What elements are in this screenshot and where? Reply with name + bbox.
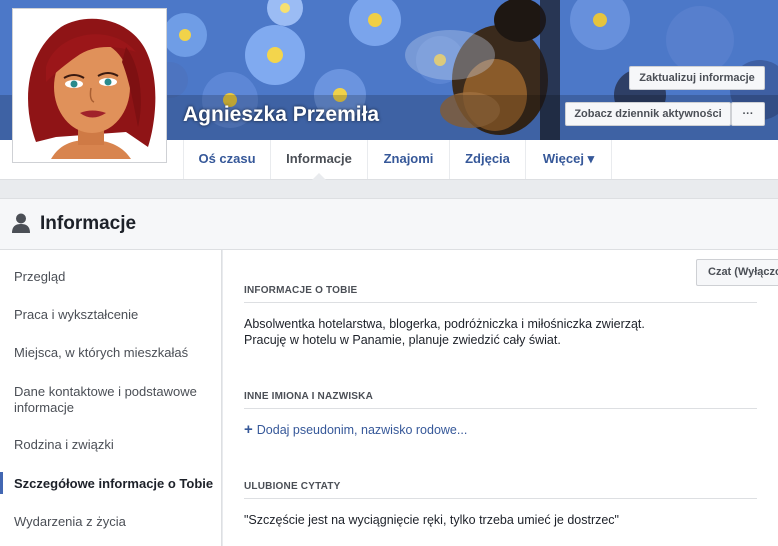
plus-icon: + [244, 421, 253, 438]
sidebar-item-contact-info[interactable]: Dane kontaktowe i podstawowe informacje [14, 384, 214, 416]
tab-more[interactable]: Więcej ▾ [526, 140, 612, 179]
update-info-button[interactable]: Zaktualizuj informacje [629, 66, 765, 90]
active-item-marker [0, 472, 3, 494]
tab-friends[interactable]: Znajomi [368, 140, 450, 179]
activity-log-button[interactable]: Zobacz dziennik aktywności [565, 102, 731, 126]
sidebar-item-work-education[interactable]: Praca i wykształcenie [14, 307, 214, 323]
add-nickname-label: Dodaj pseudonim, nazwisko rodowe... [256, 423, 468, 437]
active-tab-indicator [312, 173, 326, 180]
avatar[interactable] [12, 8, 167, 163]
tab-photos[interactable]: Zdjęcia [450, 140, 526, 179]
about-you-line-1: Absolwentka hotelarstwa, blogerka, podró… [244, 317, 645, 331]
favorite-quotes-title: ULUBIONE CYTATY [244, 481, 757, 499]
more-options-button[interactable]: ··· [731, 102, 765, 126]
chat-button[interactable]: Czat (Wyłączony) [696, 259, 778, 286]
sidebar-item-family[interactable]: Rodzina i związki [14, 437, 214, 453]
tab-about-label: Informacje [286, 151, 352, 166]
favorite-quote-text: "Szczęście jest na wyciągnięcie ręki, ty… [244, 513, 619, 527]
section-title: Informacje [40, 213, 137, 234]
about-you-line-2: Pracuję w hotelu w Panamie, planuje zwie… [244, 333, 561, 347]
profile-name[interactable]: Agnieszka Przemiła [183, 103, 379, 127]
section-header: Informacje [0, 198, 778, 250]
add-nickname-link[interactable]: + Dodaj pseudonim, nazwisko rodowe... [244, 421, 467, 438]
sidebar-item-overview[interactable]: Przegląd [14, 269, 214, 285]
other-names-title: INNE IMIONA I NAZWISKA [244, 391, 757, 409]
sidebar-item-places[interactable]: Miejsca, w których mieszkałaś [14, 345, 214, 361]
sidebar-item-details[interactable]: Szczegółowe informacje o Tobie [14, 476, 214, 492]
about-you-title: INFORMACJE O TOBIE [244, 285, 757, 303]
about-content: INFORMACJE O TOBIE Absolwentka hotelarst… [223, 250, 778, 546]
person-icon [12, 213, 30, 233]
tab-timeline[interactable]: Oś czasu [183, 140, 271, 179]
about-sidebar: Przegląd Praca i wykształcenie Miejsca, … [0, 250, 222, 546]
sidebar-item-life-events[interactable]: Wydarzenia z życia [14, 514, 214, 530]
tab-about[interactable]: Informacje [271, 140, 368, 180]
avatar-image [16, 12, 163, 159]
